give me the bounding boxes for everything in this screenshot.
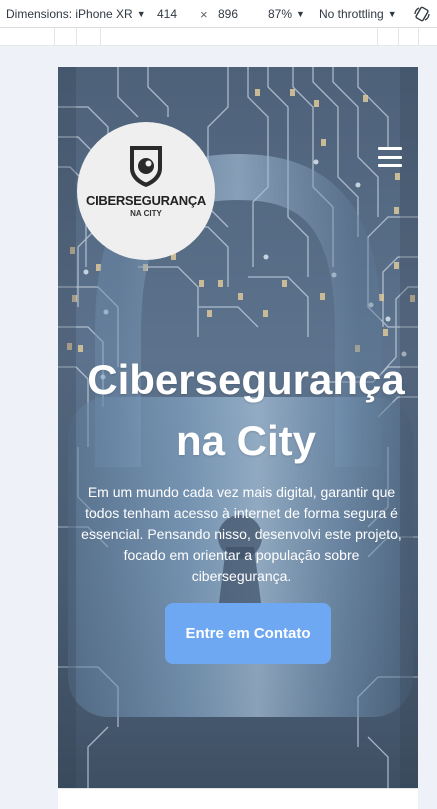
hero-description: Em um mundo cada vez mais digital, garan… <box>81 484 402 584</box>
height-input[interactable]: 896 <box>218 7 238 21</box>
device-viewport: CIBERSEGURANÇA NA CITY Cibersegurança na… <box>58 67 418 809</box>
shield-eye-icon <box>130 146 162 187</box>
device-toolbar: Dimensions: iPhone XR ▼ 414 × 896 87% ▼ … <box>0 0 437 28</box>
zoom-value: 87% <box>268 7 293 21</box>
throttling-value: No throttling <box>319 7 384 21</box>
zoom-selector[interactable]: 87% ▼ <box>268 7 305 21</box>
menu-icon[interactable] <box>378 147 402 167</box>
next-section <box>58 788 418 809</box>
chevron-down-icon: ▼ <box>387 9 397 19</box>
chevron-down-icon: ▼ <box>136 9 146 19</box>
device-selector-label: Dimensions: iPhone XR <box>6 7 133 21</box>
width-input[interactable]: 414 <box>157 7 177 21</box>
hero-section: CIBERSEGURANÇA NA CITY Cibersegurança na… <box>58 67 418 788</box>
rotate-icon[interactable] <box>413 5 431 23</box>
device-selector[interactable]: Dimensions: iPhone XR ▼ <box>6 7 146 21</box>
logo-title: CIBERSEGURANÇA <box>85 193 207 208</box>
chevron-down-icon: ▼ <box>296 9 305 19</box>
throttling-selector[interactable]: No throttling ▼ <box>319 7 397 21</box>
times-icon: × <box>200 7 208 22</box>
logo-subtitle: NA CITY <box>130 209 162 218</box>
hero-title: Cibersegurança na City <box>87 356 405 464</box>
site-logo[interactable]: CIBERSEGURANÇA NA CITY <box>77 122 215 260</box>
ruler <box>0 28 437 46</box>
contact-button[interactable]: Entre em Contato <box>165 603 331 664</box>
